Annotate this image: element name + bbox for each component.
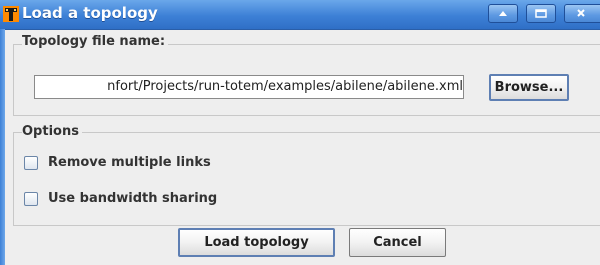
totem-app-icon bbox=[2, 5, 20, 23]
window-title: Load a topology bbox=[22, 4, 158, 22]
options-legend: Options bbox=[22, 124, 82, 139]
use-bandwidth-sharing-label: Use bandwidth sharing bbox=[48, 191, 218, 206]
topology-file-path-input[interactable]: nfort/Projects/run-totem/examples/abilen… bbox=[34, 75, 464, 99]
minimize-icon bbox=[499, 11, 507, 16]
remove-multiple-links-label: Remove multiple links bbox=[48, 155, 211, 170]
title-bar[interactable]: Load a topology bbox=[0, 0, 600, 30]
minimize-button[interactable] bbox=[488, 4, 518, 23]
remove-multiple-links-checkbox[interactable] bbox=[24, 156, 38, 170]
window-left-border bbox=[0, 29, 5, 265]
close-icon bbox=[577, 9, 585, 17]
load-topology-dialog: Load a topology Topology file name: nfor… bbox=[0, 0, 600, 265]
cancel-button[interactable]: Cancel bbox=[349, 228, 446, 257]
browse-button[interactable]: Browse... bbox=[489, 74, 569, 101]
topology-file-path-value: nfort/Projects/run-totem/examples/abilen… bbox=[107, 79, 463, 94]
close-button[interactable] bbox=[564, 4, 600, 23]
load-topology-button[interactable]: Load topology bbox=[178, 228, 335, 257]
options-group bbox=[13, 132, 600, 226]
topology-file-legend: Topology file name: bbox=[22, 34, 169, 49]
maximize-button[interactable] bbox=[526, 4, 556, 23]
maximize-icon bbox=[535, 9, 547, 18]
use-bandwidth-sharing-checkbox[interactable] bbox=[24, 192, 38, 206]
